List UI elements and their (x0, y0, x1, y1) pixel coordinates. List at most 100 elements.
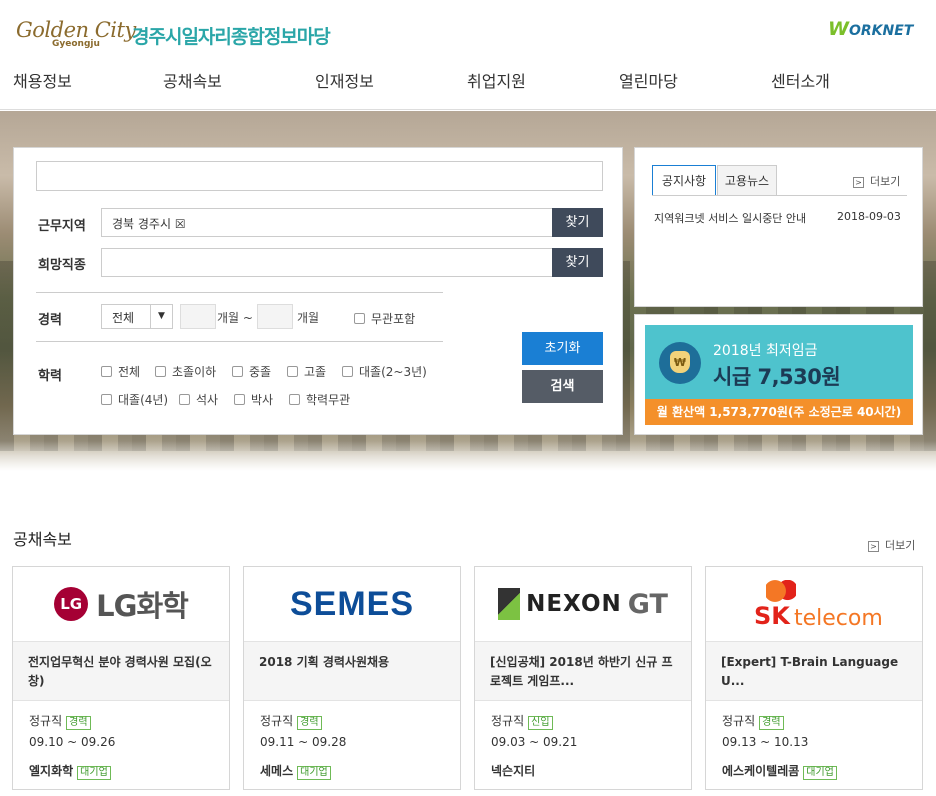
company-name: 넥슨지티 (491, 764, 536, 778)
checkbox-label: 전체 (118, 365, 141, 379)
company-name: 에스케이텔레콤 (722, 764, 800, 778)
chevron-down-icon: ▼ (150, 305, 172, 328)
edu-checkbox-all[interactable]: 전체 (101, 363, 140, 380)
edu-checkbox-university[interactable]: 대졸(4년) (101, 391, 168, 408)
won-icon: ₩ (670, 351, 690, 373)
sk-logo-text: SK (754, 602, 790, 630)
nav-item-open-forum[interactable]: 열린마당 (619, 68, 678, 92)
card-company: 에스케이텔레콤 대기업 (722, 762, 837, 780)
job-type-find-button[interactable]: 찾기 (552, 248, 603, 277)
job-type-label: 희망직종 (38, 258, 86, 273)
career-to-input[interactable] (257, 304, 293, 329)
notice-more-link[interactable]: > 더보기 (853, 173, 900, 189)
edu-checkbox-high[interactable]: 고졸 (287, 363, 326, 380)
worknet-logo[interactable]: WORKNET (828, 18, 913, 40)
card-company: 세메스 대기업 (260, 762, 331, 780)
wage-hourly: 시급 7,530원 (713, 365, 841, 389)
checkbox-icon (354, 313, 365, 324)
checkbox-icon (289, 394, 300, 405)
worknet-logo-text: ORKNET (848, 23, 914, 39)
checkbox-icon (155, 366, 166, 377)
card-period: 09.10 ~ 09.26 (29, 735, 116, 749)
nexon-logo-mark (498, 588, 521, 620)
career-badge: 경력 (297, 716, 322, 730)
card-title[interactable]: 전지업무혁신 분야 경력사원 모집(오창) (13, 641, 229, 701)
site-title[interactable]: 경주시일자리종합정보마당 (132, 22, 331, 49)
card-job-type: 정규직 경력 (260, 712, 322, 730)
card-title[interactable]: [신입공채] 2018년 하반기 신규 프로젝트 게임프... (475, 641, 691, 701)
divider (36, 341, 443, 342)
lg-logo-text: LG화학 (96, 589, 189, 623)
job-type-text: 정규직 (260, 714, 294, 728)
more-label: 더보기 (885, 539, 916, 552)
wage-year-label: 2018년 최저임금 (713, 343, 818, 359)
notice-panel: 공지사항 고용뉴스 > 더보기 지역워크넷 서비스 일시중단 안내 2018-09… (634, 147, 923, 307)
company-logo: SEMES (244, 567, 460, 641)
tab-employment-news[interactable]: 고용뉴스 (717, 165, 777, 196)
checkbox-label: 초졸이하 (172, 365, 217, 379)
region-find-button[interactable]: 찾기 (552, 208, 603, 237)
checkbox-label: 고졸 (304, 365, 327, 379)
checkbox-icon (287, 366, 298, 377)
company-name: 세메스 (260, 764, 294, 778)
career-from-unit: 개월 ~ (217, 311, 253, 325)
card-company: 엘지화학 대기업 (29, 762, 111, 780)
checkbox-label: 중졸 (249, 365, 272, 379)
edu-checkbox-college[interactable]: 대졸(2~3년) (342, 363, 427, 380)
edu-checkbox-middle[interactable]: 중졸 (232, 363, 271, 380)
job-search-panel: 근무지역 경북 경주시 ☒ 찾기 희망직종 찾기 경력 전체 ▼ 개월 ~ 개월… (13, 147, 623, 435)
edu-checkbox-doctor[interactable]: 박사 (234, 391, 273, 408)
company-size-badge: 대기업 (297, 766, 331, 780)
main-nav: 채용정보 공채속보 인재정보 취업지원 열린마당 센터소개 (0, 68, 936, 94)
edu-checkbox-any[interactable]: 학력무관 (289, 391, 350, 408)
nav-item-talent-info[interactable]: 인재정보 (315, 68, 374, 92)
nexon-logo-suffix: GT (627, 588, 668, 620)
company-size-badge: 대기업 (803, 766, 837, 780)
sk-logo-suffix: telecom (794, 606, 883, 631)
wage-monthly: 월 환산액 1,573,770원(주 소정근로 40시간) (645, 399, 913, 425)
recruit-card[interactable]: SEMES 2018 기획 경력사원채용 정규직 경력 09.11 ~ 09.28… (243, 566, 461, 790)
career-label: 경력 (38, 313, 62, 328)
checkbox-icon (179, 394, 190, 405)
career-select-value: 전체 (112, 311, 135, 325)
nav-item-recruit-info[interactable]: 채용정보 (13, 68, 72, 92)
checkbox-icon (101, 394, 112, 405)
checkbox-icon (101, 366, 112, 377)
golden-city-logo-sub: Gyeongju (52, 39, 100, 49)
recruit-card[interactable]: SK telecom [Expert] T-Brain Language U..… (705, 566, 923, 790)
career-any-checkbox[interactable]: 무관포함 (354, 310, 415, 327)
edu-checkbox-master[interactable]: 석사 (179, 391, 218, 408)
region-field[interactable]: 경북 경주시 ☒ (101, 208, 553, 237)
card-job-type: 정규직 경력 (29, 712, 91, 730)
nav-item-public-recruit[interactable]: 공채속보 (163, 68, 222, 92)
career-select[interactable]: 전체 ▼ (101, 304, 173, 329)
card-title[interactable]: [Expert] T-Brain Language U... (706, 641, 922, 701)
keyword-input[interactable] (36, 161, 603, 191)
card-title[interactable]: 2018 기획 경력사원채용 (244, 641, 460, 701)
nav-item-center-intro[interactable]: 센터소개 (771, 68, 830, 92)
career-badge: 경력 (66, 716, 91, 730)
tab-notice[interactable]: 공지사항 (652, 165, 716, 196)
nav-item-job-support[interactable]: 취업지원 (467, 68, 526, 92)
job-type-text: 정규직 (29, 714, 63, 728)
card-period: 09.03 ~ 09.21 (491, 735, 578, 749)
more-label: 더보기 (870, 175, 901, 188)
recruit-more-link[interactable]: > 더보기 (868, 537, 915, 553)
lg-logo-mark: LG (54, 587, 89, 621)
card-job-type: 정규직 경력 (722, 712, 784, 730)
card-period: 09.13 ~ 10.13 (722, 735, 809, 749)
edu-checkbox-elementary[interactable]: 초졸이하 (155, 363, 216, 380)
checkbox-icon (234, 394, 245, 405)
career-to-unit: 개월 (297, 311, 320, 325)
notice-item-title[interactable]: 지역워크넷 서비스 일시중단 안내 (654, 210, 806, 226)
section-title-public-recruit: 공채속보 (13, 530, 72, 549)
worknet-logo-w: W (828, 18, 849, 40)
job-type-field[interactable] (101, 248, 553, 277)
search-button[interactable]: 검색 (522, 370, 603, 403)
checkbox-label: 대졸(4년) (118, 393, 169, 407)
reset-button[interactable]: 초기화 (522, 332, 603, 365)
recruit-card[interactable]: NEXON GT [신입공채] 2018년 하반기 신규 프로젝트 게임프...… (474, 566, 692, 790)
recruit-card[interactable]: LG LG화학 전지업무혁신 분야 경력사원 모집(오창) 정규직 경력 09.1… (12, 566, 230, 790)
min-wage-banner[interactable]: ₩ 2018년 최저임금 시급 7,530원 월 환산액 1,573,770원(… (634, 314, 923, 435)
career-from-input[interactable] (180, 304, 216, 329)
